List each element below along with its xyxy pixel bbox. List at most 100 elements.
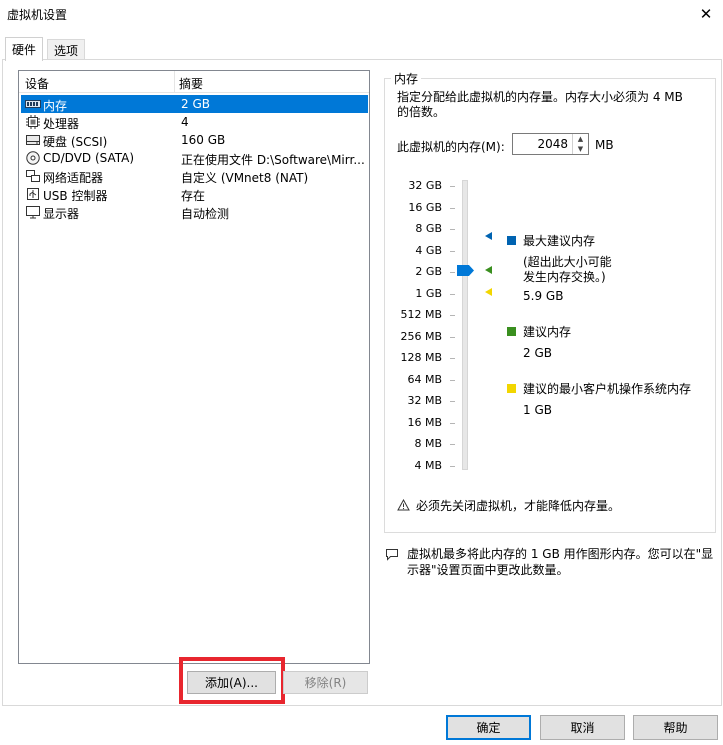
- legend-recommended-swatch: [507, 327, 516, 336]
- tab-options[interactable]: 选项: [47, 39, 86, 61]
- scale-tick-mark: [450, 293, 455, 295]
- scale-tick-mark: [450, 186, 455, 187]
- tab-hardware[interactable]: 硬件: [5, 37, 44, 61]
- scale-tick-label: 512 MB: [400, 308, 442, 321]
- spin-arrows[interactable]: ▲ ▼: [572, 134, 588, 154]
- memory-field-label: 此虚拟机的内存(M):: [397, 140, 505, 154]
- device-row-display[interactable]: 显示器 自动检测: [21, 203, 368, 221]
- ok-button[interactable]: 确定: [446, 715, 531, 740]
- legend-max-swatch: [507, 236, 516, 245]
- legend-min-swatch: [507, 384, 516, 393]
- device-list-header: 设备 摘要: [19, 71, 369, 93]
- scale-tick-mark: [450, 444, 455, 445]
- scale-tick-label: 64 MB: [407, 372, 442, 386]
- device-row-cd-dvd[interactable]: CD/DVD (SATA) 正在使用文件 D:\Software\Mirr...: [21, 149, 368, 167]
- device-row-hard-disk[interactable]: 硬盘 (SCSI) 160 GB: [21, 131, 368, 149]
- recommended-marker: [485, 266, 492, 274]
- scale-tick-label: 16 MB: [407, 415, 442, 429]
- column-separator[interactable]: [174, 71, 175, 93]
- scale-tick-mark: [450, 315, 455, 316]
- legend-max-value: 5.9 GB: [523, 289, 564, 303]
- hard-disk-icon: [26, 135, 40, 145]
- usb-icon: [27, 188, 39, 200]
- device-summary: 自动检测: [181, 207, 230, 221]
- device-row-network-adapter[interactable]: 网络适配器 自定义 (VMnet8 (NAT): [21, 167, 368, 185]
- device-name: 网络适配器: [43, 171, 104, 185]
- memory-description: 指定分配给此虚拟机的内存量。内存大小必须为 4 MB 的倍数。: [397, 90, 683, 119]
- device-summary: 正在使用文件 D:\Software\Mirr...: [181, 153, 365, 167]
- scale-tick-mark: [450, 229, 455, 230]
- display-icon: [26, 206, 40, 219]
- scale-tick-label: 128 MB: [400, 351, 442, 364]
- graphics-memory-note: 虚拟机最多将此内存的 1 GB 用作图形内存。您可以在"显示器"设置页面中更改此…: [385, 546, 715, 578]
- column-header-device[interactable]: 设备: [25, 75, 49, 92]
- scale-tick-label: 2 GB: [415, 265, 442, 278]
- device-name: 显示器: [43, 207, 80, 221]
- memory-value[interactable]: 2048: [537, 137, 568, 151]
- device-name: 硬盘 (SCSI): [43, 135, 108, 149]
- scale-tick-mark: [450, 379, 455, 381]
- scale-tick-label: 256 MB: [400, 329, 442, 343]
- device-summary: 2 GB: [181, 97, 210, 111]
- memory-group-title: 内存: [391, 70, 422, 87]
- scale-tick-label: 4 GB: [415, 243, 442, 257]
- legend-min-value: 1 GB: [523, 403, 552, 417]
- help-button[interactable]: 帮助: [633, 715, 718, 740]
- scale-tick-mark: [450, 465, 455, 467]
- window-title: 虚拟机设置: [7, 8, 68, 22]
- device-row-processor[interactable]: 处理器 4: [21, 113, 368, 131]
- cpu-icon: [26, 115, 40, 129]
- device-name: 处理器: [43, 117, 80, 131]
- scale-tick-label: 4 MB: [414, 458, 442, 472]
- warning-icon: [397, 498, 410, 511]
- add-device-button[interactable]: 添加(A)...: [187, 671, 276, 694]
- warning-text: 必须先关闭虚拟机，才能降低内存量。: [416, 499, 621, 513]
- device-row-memory[interactable]: 内存 2 GB: [21, 95, 368, 113]
- max-recommended-marker: [485, 232, 492, 240]
- device-name: 内存: [43, 99, 68, 113]
- cancel-button[interactable]: 取消: [540, 715, 625, 740]
- legend-max-title: 最大建议内存: [523, 234, 596, 248]
- scale-tick-mark: [450, 272, 455, 273]
- info-speech-icon: [386, 549, 398, 561]
- close-icon[interactable]: ✕: [690, 1, 722, 27]
- min-recommended-marker: [485, 288, 492, 296]
- scale-tick-label: 32 GB: [408, 179, 442, 192]
- scale-tick-mark: [450, 422, 455, 424]
- scale-tick-mark: [450, 336, 455, 338]
- device-summary: 自定义 (VMnet8 (NAT): [181, 171, 309, 185]
- device-summary: 160 GB: [181, 133, 226, 147]
- info-text: 虚拟机最多将此内存的 1 GB 用作图形内存。您可以在"显示器"设置页面中更改此…: [407, 547, 714, 577]
- memory-icon: [25, 100, 41, 108]
- legend-max-note: (超出此大小可能发生内存交换。): [523, 255, 612, 284]
- device-row-usb[interactable]: USB 控制器 存在: [21, 185, 368, 203]
- memory-slider-track[interactable]: [462, 180, 468, 470]
- title-bar: 虚拟机设置 ✕: [0, 0, 723, 28]
- scale-tick-mark: [450, 207, 455, 209]
- legend-recommended-title: 建议内存: [523, 325, 572, 339]
- spin-down-icon[interactable]: ▼: [573, 144, 588, 154]
- scale-tick-label: 1 GB: [415, 286, 442, 300]
- scale-tick-mark: [450, 250, 455, 252]
- tab-strip: 硬件 选项: [0, 37, 723, 61]
- scale-tick-label: 16 GB: [408, 200, 442, 214]
- device-list[interactable]: 设备 摘要 内存 2 GB 处理器 4 硬盘 (SCSI) 160 GB CD/…: [18, 70, 370, 664]
- legend-recommended-value: 2 GB: [523, 346, 552, 360]
- remove-device-button[interactable]: 移除(R): [283, 671, 368, 694]
- column-header-summary[interactable]: 摘要: [179, 75, 203, 92]
- scale-tick-mark: [450, 358, 455, 359]
- scale-tick-label: 8 MB: [414, 437, 442, 450]
- memory-warning: 必须先关闭虚拟机，才能降低内存量。: [397, 497, 620, 514]
- memory-spinbox[interactable]: 2048 ▲ ▼: [512, 133, 589, 155]
- device-summary: 存在: [181, 189, 206, 203]
- scale-tick-label: 8 GB: [415, 222, 442, 235]
- spin-up-icon[interactable]: ▲: [573, 134, 588, 144]
- network-adapter-icon: [26, 170, 40, 182]
- memory-unit: MB: [595, 138, 614, 152]
- cd-dvd-icon: [26, 151, 40, 165]
- device-name: CD/DVD (SATA): [43, 151, 135, 165]
- device-name: USB 控制器: [43, 189, 108, 203]
- device-summary: 4: [181, 115, 189, 129]
- scale-tick-mark: [450, 401, 455, 402]
- scale-tick-label: 32 MB: [407, 394, 442, 407]
